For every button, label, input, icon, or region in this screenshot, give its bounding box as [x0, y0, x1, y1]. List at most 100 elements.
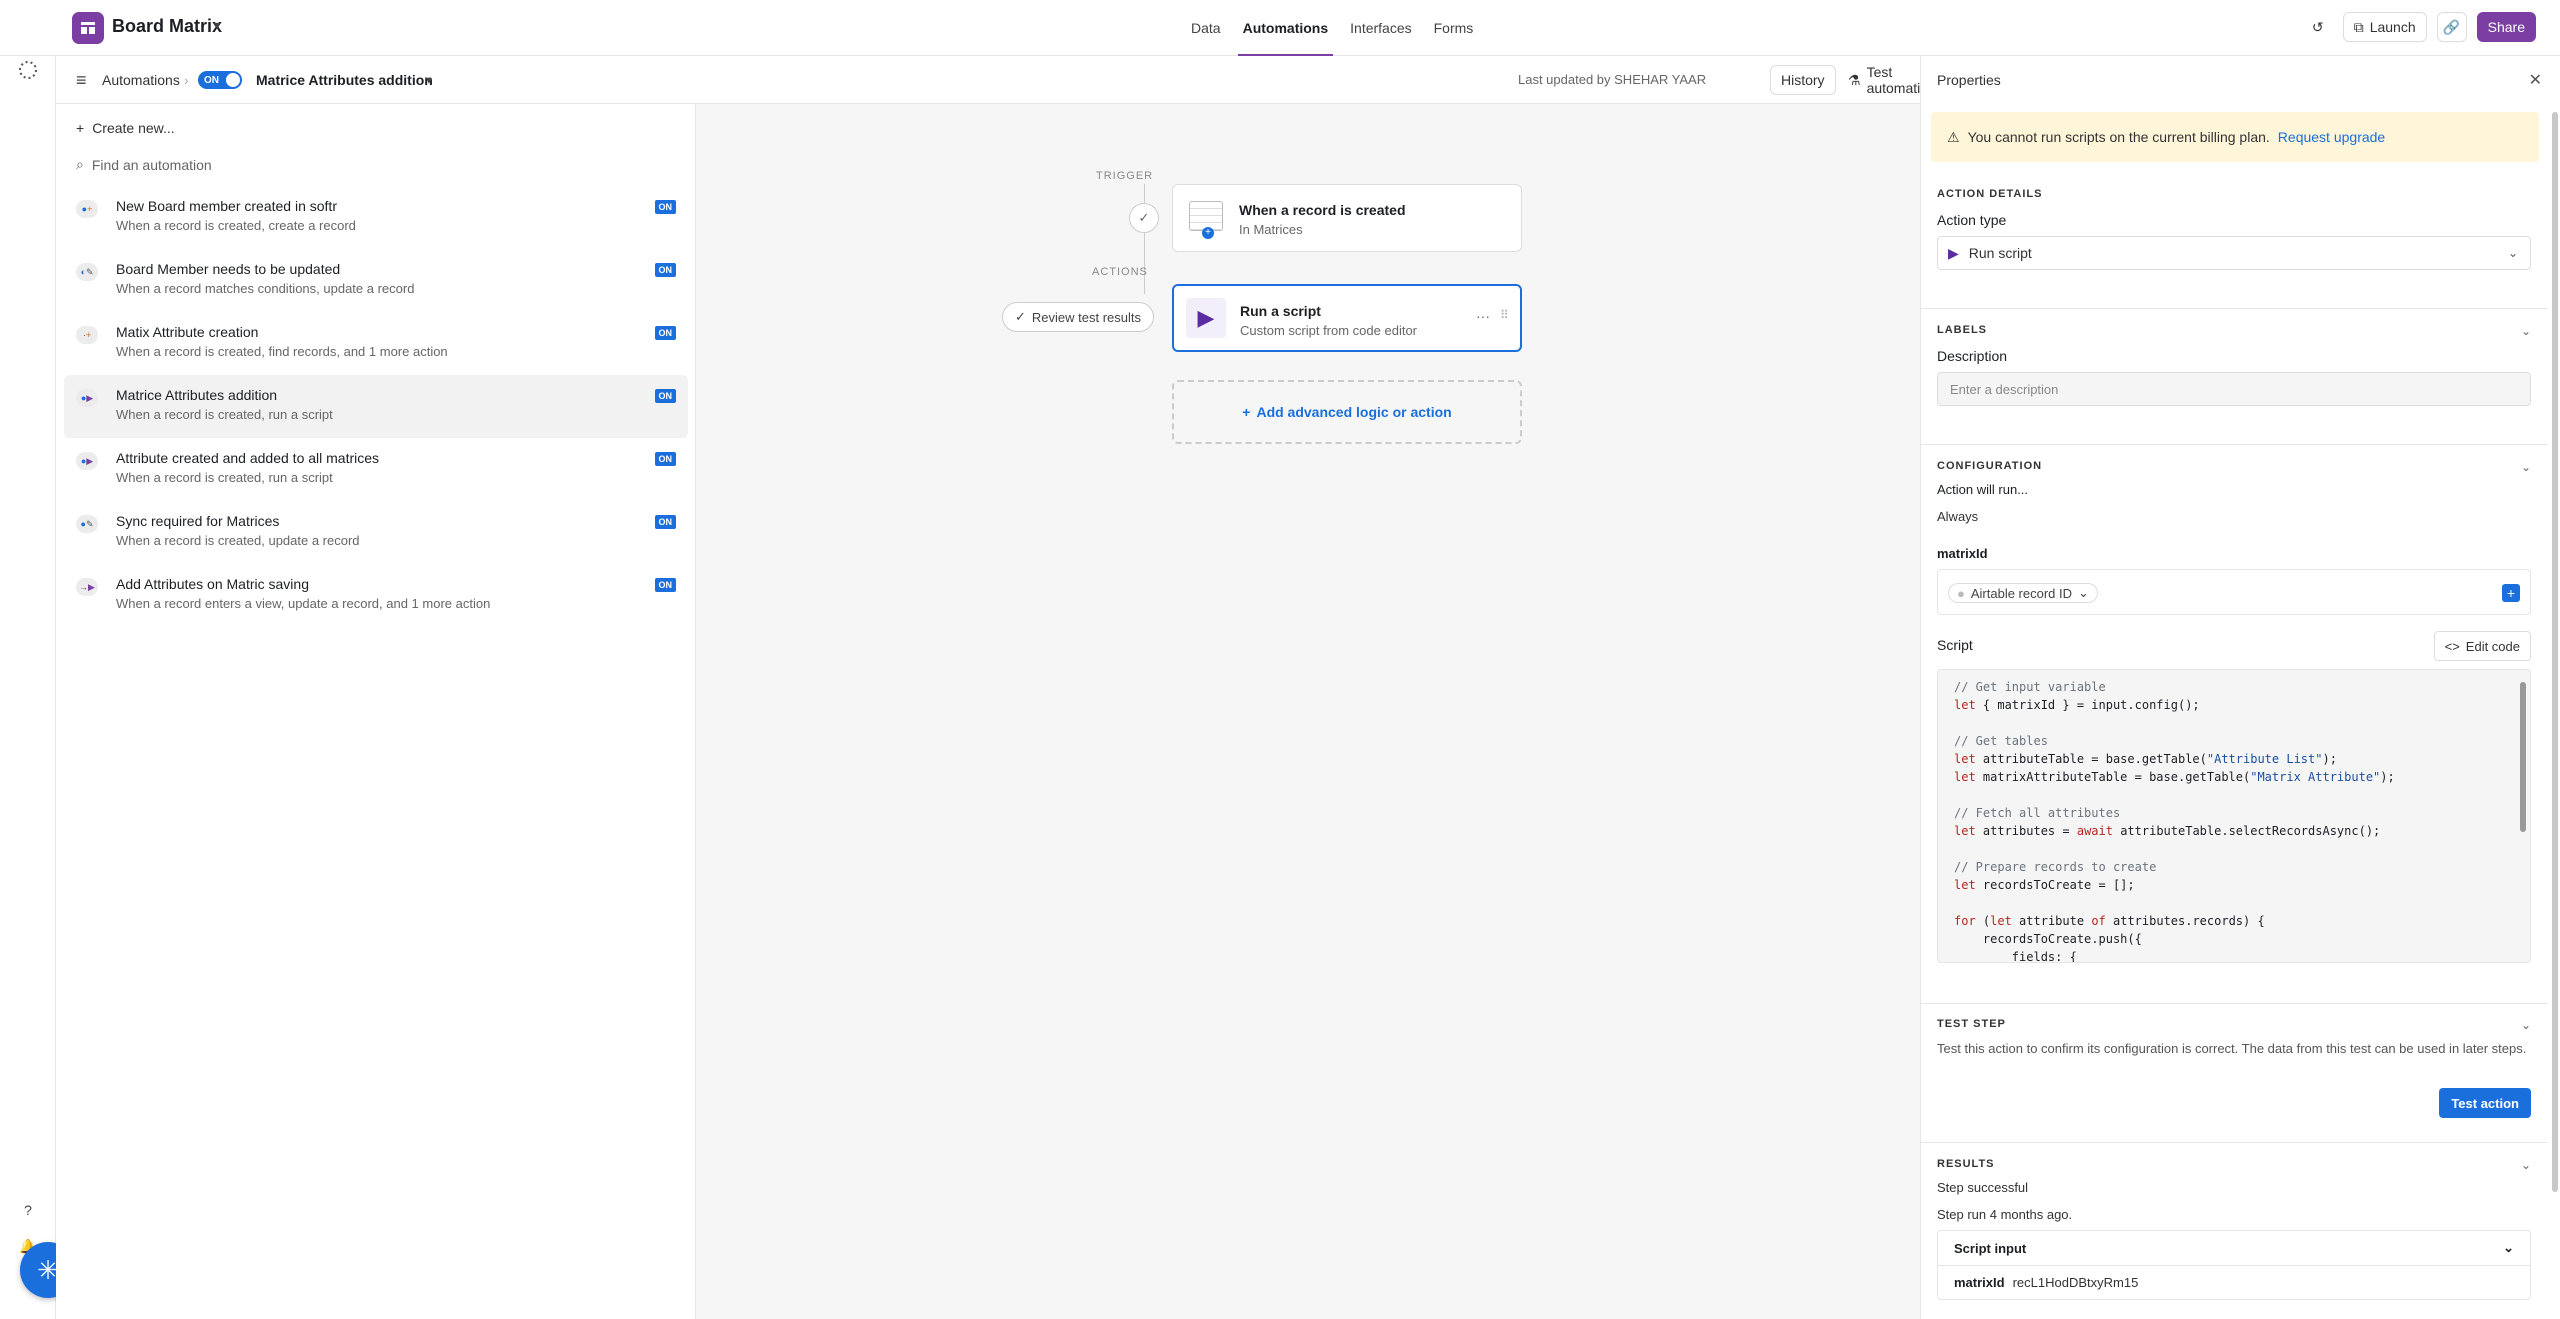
list-item-subtitle: When a record is created, run a script [116, 470, 333, 485]
list-item-subtitle: When a record is created, update a recor… [116, 533, 360, 548]
trigger-section-label: TRIGGER [1096, 170, 1154, 182]
status-badge: ON [654, 326, 676, 340]
script-input-box: Script input ⌄ matrixId recL1HodDBtxyRm1… [1937, 1230, 2531, 1300]
base-name[interactable]: Board Matrix [112, 16, 222, 37]
create-new-button[interactable]: + Create new... [76, 120, 175, 136]
base-menu-chevron-icon[interactable]: ▾ [214, 18, 220, 32]
description-placeholder: Enter a description [1950, 381, 2059, 397]
trigger-subtitle: In Matrices [1239, 222, 1303, 237]
list-item-title: Sync required for Matrices [116, 513, 280, 529]
share-button[interactable]: Share [2476, 12, 2536, 42]
list-item-subtitle: When a record matches conditions, update… [116, 281, 415, 296]
action-title: Run a script [1240, 303, 1321, 319]
panel-scrollbar[interactable] [2552, 112, 2558, 1192]
action-card-run-script[interactable]: ▶ Run a script Custom script from code e… [1172, 284, 1522, 352]
list-item[interactable]: ◐ ✎ Board Member needs to be updated When… [64, 249, 688, 312]
history-button[interactable]: History [1770, 65, 1836, 95]
base-logo-icon[interactable] [72, 12, 104, 44]
edit-code-label: Edit code [2465, 638, 2520, 654]
divider [1921, 1142, 2547, 1143]
list-item[interactable]: ● ✎ Sync required for Matrices When a rec… [64, 501, 688, 564]
tab-automations[interactable]: Automations [1232, 0, 1340, 56]
drag-handle-icon[interactable]: ⠿ [1500, 308, 1509, 322]
test-action-button[interactable]: Test action [2439, 1088, 2531, 1118]
description-input[interactable]: Enter a description [1937, 372, 2531, 406]
edit-code-button[interactable]: <> Edit code [2433, 631, 2531, 661]
test-step-heading[interactable]: TEST STEP [1937, 1018, 2531, 1030]
action-type-value: Run script [1968, 245, 2032, 261]
tab-data[interactable]: Data [1180, 0, 1232, 56]
play-icon: ▶ [1186, 298, 1226, 338]
create-new-label: Create new... [92, 120, 175, 136]
list-item-title: Attribute created and added to all matri… [116, 450, 380, 466]
chevron-down-icon[interactable]: ⌄ [2521, 324, 2531, 338]
more-options-icon[interactable]: ··· [1476, 308, 1490, 324]
breadcrumb-separator-icon: › [184, 72, 189, 88]
properties-panel: Properties ✕ ⚠ You cannot run scripts on… [1920, 56, 2560, 1319]
help-icon[interactable]: ? [14, 1196, 42, 1224]
configuration-section: CONFIGURATION ⌄ Action will run... Alway… [1937, 460, 2531, 963]
input-key: matrixId [1954, 1275, 2005, 1290]
plus-icon: + [1242, 404, 1251, 420]
add-logic-button[interactable]: + Add advanced logic or action [1172, 380, 1522, 444]
last-updated-text: Last updated by SHEHAR YAAR [1518, 72, 1707, 87]
action-type-select[interactable]: ▶ Run script ⌄ [1937, 236, 2531, 270]
link-icon[interactable]: 🔗 [2436, 12, 2467, 42]
review-test-results-button[interactable]: ✓ Review test results [1002, 302, 1154, 332]
list-item[interactable]: ● ▶ Attribute created and added to all ma… [64, 438, 688, 501]
search-icon: ⌕ [76, 156, 84, 172]
chevron-down-icon[interactable]: ⌄ [2521, 1018, 2531, 1032]
list-item[interactable]: · + Matix Attribute creation When a recor… [64, 312, 688, 375]
trigger-card[interactable]: + When a record is created In Matrices [1172, 184, 1522, 252]
will-run-label: Action will run... [1937, 482, 2029, 497]
configuration-heading[interactable]: CONFIGURATION [1937, 460, 2531, 472]
status-badge: ON [654, 263, 676, 277]
launch-button[interactable]: ⧉ Launch [2342, 12, 2427, 42]
hamburger-menu-icon[interactable]: ≡ [76, 70, 87, 91]
automation-menu-chevron-icon[interactable]: ▾ [426, 73, 432, 87]
tab-interfaces[interactable]: Interfaces [1339, 0, 1422, 56]
divider [1921, 1003, 2547, 1004]
record-id-label: Airtable record ID [1970, 585, 2073, 601]
workspace-loading-icon[interactable] [14, 56, 42, 84]
variable-value-field[interactable]: ● Airtable record ID ⌄ + [1937, 569, 2531, 615]
trigger-action-icons: ● ✎ [76, 515, 98, 533]
chevron-down-icon: ⌄ [2503, 1240, 2514, 1255]
will-run-value[interactable]: Always [1937, 509, 2531, 524]
list-item[interactable]: → ▶ Add Attributes on Matric saving When … [64, 564, 688, 627]
request-upgrade-link[interactable]: Request upgrade [2278, 129, 2385, 145]
history-icon[interactable]: ↺ [2302, 12, 2333, 42]
app-rail: ? 🔔 [0, 0, 56, 1319]
chevron-down-icon[interactable]: ⌄ [2521, 460, 2531, 474]
add-variable-icon[interactable]: + [2502, 584, 2520, 602]
code-scrollbar[interactable] [2520, 682, 2526, 832]
results-heading[interactable]: RESULTS [1937, 1158, 2531, 1170]
tab-forms[interactable]: Forms [1423, 0, 1485, 56]
script-code-viewer[interactable]: // Get input variable let { matrixId } =… [1937, 669, 2531, 963]
list-item-selected[interactable]: ● ▶ Matrice Attributes addition When a re… [64, 375, 688, 438]
script-input-header[interactable]: Script input ⌄ [1938, 1231, 2530, 1265]
breadcrumb-automations[interactable]: Automations [102, 72, 180, 88]
launch-icon: ⧉ [2353, 18, 2364, 35]
script-label: Script [1937, 637, 1973, 653]
chevron-down-icon[interactable]: ⌄ [2521, 1158, 2531, 1172]
labels-heading[interactable]: LABELS [1937, 324, 2531, 336]
properties-title: Properties [1937, 72, 2001, 88]
warning-icon: ⚠ [1947, 128, 1960, 145]
list-item-title: New Board member created in softr [116, 198, 337, 214]
action-details-heading: ACTION DETAILS [1937, 188, 2043, 200]
chevron-down-icon: ⌄ [2507, 246, 2518, 260]
toggle-knob [226, 73, 240, 87]
automation-on-toggle[interactable]: ON [198, 71, 242, 89]
status-badge: ON [654, 578, 676, 592]
record-id-pill[interactable]: ● Airtable record ID ⌄ [1948, 583, 2098, 603]
close-icon[interactable]: ✕ [2529, 70, 2542, 90]
trigger-action-icons: · + [76, 326, 98, 344]
results-time: Step run 4 months ago. [1937, 1207, 2073, 1222]
input-value: recL1HodDBtxyRm15 [2012, 1275, 2139, 1290]
script-input-row: matrixId recL1HodDBtxyRm15 [1938, 1265, 2530, 1299]
find-automation-input[interactable]: ⌕ Find an automation [76, 156, 212, 173]
test-step-text: Test this action to confirm its configur… [1937, 1041, 2527, 1056]
automation-name[interactable]: Matrice Attributes addition [256, 72, 433, 88]
list-item[interactable]: ● + New Board member created in softr Whe… [64, 186, 688, 249]
